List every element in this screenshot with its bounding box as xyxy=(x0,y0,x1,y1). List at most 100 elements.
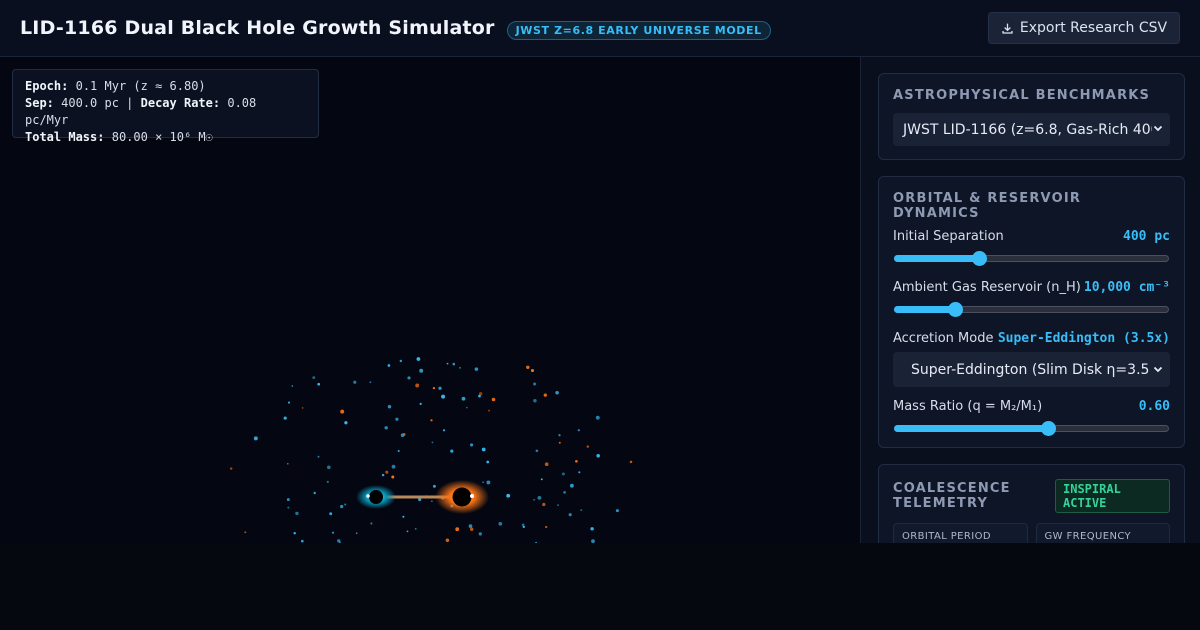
gas-particle xyxy=(329,512,333,516)
gas-particle xyxy=(344,421,348,425)
status-badge: INSPIRAL ACTIVE xyxy=(1055,479,1170,513)
gas-particle xyxy=(459,366,462,369)
gas-particle xyxy=(313,491,316,495)
gas-particle xyxy=(629,460,633,464)
gas-particle xyxy=(521,523,525,527)
gas-particle xyxy=(286,498,290,502)
gas-control: Ambient Gas Reservoir (n_H) 10,000 cm⁻³ xyxy=(893,280,1170,317)
gas-particle xyxy=(455,527,460,532)
gas-particle xyxy=(432,386,436,390)
gas-particle xyxy=(344,503,347,506)
gas-particle xyxy=(543,393,547,397)
gas-particle xyxy=(385,470,389,474)
gas-value: 10,000 cm⁻³ xyxy=(1083,280,1170,295)
gas-particle xyxy=(486,480,491,485)
gas-particle xyxy=(406,530,409,533)
gas-particle xyxy=(399,359,403,363)
dynamics-panel: ORBITAL & RESERVOIR DYNAMICS Initial Sep… xyxy=(878,176,1185,448)
chevron-down-icon xyxy=(1152,122,1164,134)
gas-particle xyxy=(533,498,535,501)
gas-particle xyxy=(615,509,619,513)
gas-particle xyxy=(317,455,320,458)
accretion-label: Accretion Mode xyxy=(893,331,994,346)
gas-particle xyxy=(370,522,373,525)
telemetry-title: COALESCENCE TELEMETRY xyxy=(893,481,1011,511)
gas-particle xyxy=(442,429,446,432)
benchmarks-panel: ASTROPHYSICAL BENCHMARKS JWST LID-1166 (… xyxy=(878,73,1185,160)
gas-particle xyxy=(369,381,372,384)
gas-particle xyxy=(287,462,289,465)
gas-particle xyxy=(452,362,456,366)
accretion-select[interactable]: Super-Eddington (Slim Disk η=3.5 xyxy=(893,352,1170,387)
app-header: LID-1166 Dual Black Hole Growth Simulato… xyxy=(0,0,1200,57)
gas-particles xyxy=(229,357,633,543)
gas-particle xyxy=(295,511,299,516)
hud-sep-line: Sep: 400.0 pc | Decay Rate: 0.08 pc/Myr xyxy=(25,95,306,129)
sep-label: Sep: xyxy=(25,96,54,110)
gas-particle xyxy=(397,449,400,453)
slider-thumb[interactable] xyxy=(972,251,987,266)
gas-particle xyxy=(530,368,535,373)
gas-particle xyxy=(291,385,294,387)
gas-particle xyxy=(432,484,436,488)
gas-particle xyxy=(563,491,566,494)
gas-particle xyxy=(229,467,233,470)
export-csv-button[interactable]: Export Research CSV xyxy=(988,12,1180,44)
gas-particle xyxy=(445,538,450,543)
gas-particle xyxy=(535,449,539,453)
download-icon xyxy=(1002,23,1013,34)
benchmark-select[interactable]: JWST LID-1166 (z=6.8, Gas-Rich 400 xyxy=(893,113,1170,146)
gas-particle xyxy=(293,532,296,535)
accretion-selected: Super-Eddington (Slim Disk η=3.5 xyxy=(911,361,1150,378)
gas-particle xyxy=(545,525,548,529)
gas-particle xyxy=(419,368,424,373)
slider-thumb[interactable] xyxy=(948,302,963,317)
separation-value: 400 pc xyxy=(1123,229,1170,244)
gas-particle xyxy=(498,521,503,526)
gas-particle xyxy=(301,407,304,409)
sep-value: 400.0 pc | xyxy=(61,96,134,110)
telemetry-panel: COALESCENCE TELEMETRY INSPIRAL ACTIVE OR… xyxy=(878,464,1185,543)
separation-label: Initial Separation xyxy=(893,229,1004,244)
slider-thumb[interactable] xyxy=(1041,421,1056,436)
gas-particle xyxy=(468,524,473,528)
orbital-period-cell: ORBITAL PERIOD xyxy=(893,523,1028,543)
gas-particle xyxy=(331,531,335,534)
gas-particle xyxy=(326,480,329,483)
gas-particle xyxy=(387,364,391,367)
separation-slider[interactable] xyxy=(893,250,1170,266)
gas-particle xyxy=(596,454,600,458)
mass-label: Total Mass: xyxy=(25,130,105,144)
gas-particle xyxy=(446,362,449,365)
gas-particle xyxy=(481,447,486,452)
benchmarks-title: ASTROPHYSICAL BENCHMARKS xyxy=(893,88,1151,103)
gas-particle xyxy=(474,367,479,371)
hud-mass-line: Total Mass: 80.00 × 10⁶ M☉ xyxy=(25,129,306,146)
gas-particle xyxy=(533,382,537,386)
gas-particle xyxy=(575,459,578,463)
mass-ratio-slider[interactable] xyxy=(893,420,1170,436)
gas-particle xyxy=(391,464,396,469)
accretion-value: Super-Eddington (3.5x) xyxy=(997,331,1170,346)
page-title: LID-1166 Dual Black Hole Growth Simulato… xyxy=(20,17,495,39)
gas-particle xyxy=(570,483,574,488)
gas-particle xyxy=(438,386,442,390)
simulation-viewport[interactable]: Epoch: 0.1 Myr (z ≈ 6.80) Sep: 400.0 pc … xyxy=(0,57,860,543)
gas-particle xyxy=(415,383,420,388)
gas-particle xyxy=(578,471,581,474)
gas-particle xyxy=(317,382,321,386)
gas-particle xyxy=(387,405,392,409)
gas-particle xyxy=(407,376,411,380)
gas-particle xyxy=(488,409,491,412)
gw-frequency-cell: GW FREQUENCY xyxy=(1035,523,1170,543)
gas-particle xyxy=(353,380,357,384)
gas-particle xyxy=(470,443,474,447)
gas-particle xyxy=(478,532,482,536)
mass-ratio-control: Mass Ratio (q = M₂/M₁) 0.60 xyxy=(893,399,1170,436)
gas-slider[interactable] xyxy=(893,301,1170,317)
gas-particle xyxy=(431,441,434,444)
gas-particle xyxy=(419,402,422,406)
gas-particle xyxy=(491,397,496,402)
gas-particle xyxy=(544,462,549,467)
model-badge: JWST Z=6.8 EARLY UNIVERSE MODEL xyxy=(506,20,771,40)
